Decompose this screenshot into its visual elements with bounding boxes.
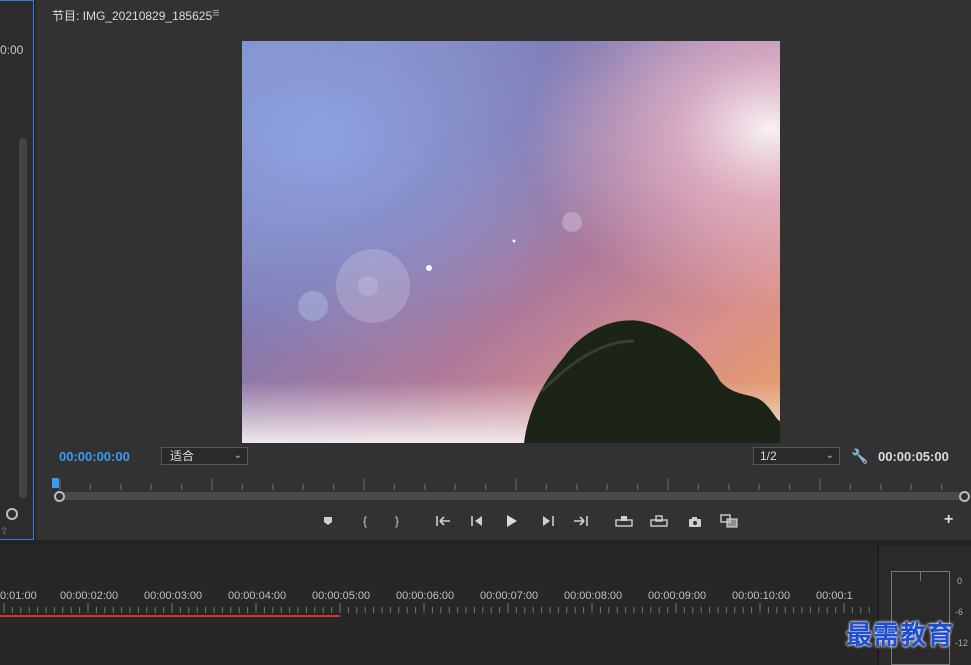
resolution-select-value: 1/2 xyxy=(760,449,777,463)
export-icon[interactable]: ⇪ xyxy=(0,526,8,537)
step-back-button[interactable] xyxy=(466,512,488,530)
wrench-icon[interactable]: 🔧 xyxy=(851,448,868,465)
go-to-in-button[interactable] xyxy=(432,512,454,530)
mark-out-icon: } xyxy=(394,514,399,528)
source-timecode: 0:00 xyxy=(0,43,24,57)
timeline-tick-label: 0:01:00 xyxy=(0,590,37,602)
play-button[interactable] xyxy=(501,512,523,530)
step-forward-icon xyxy=(543,516,554,526)
button-editor-add-button[interactable]: + xyxy=(944,511,953,529)
panel-menu-icon[interactable]: ≡ xyxy=(212,5,220,20)
lift-button[interactable] xyxy=(613,512,635,530)
source-zoom-handle[interactable] xyxy=(6,508,18,520)
timeline-tick-label: 00:00:02:00 xyxy=(60,590,119,602)
timeline-tick-label: 00:00:08:00 xyxy=(564,590,623,602)
playhead[interactable] xyxy=(52,478,59,488)
timeline-tick-label: 00:00:03:00 xyxy=(144,590,203,602)
app-root: 0:00 ⇪ 节目: IMG_20210829_185625 ≡ 00:00:0… xyxy=(0,0,971,665)
timeline-tick-label: 00:00:10:00 xyxy=(732,590,791,602)
timeline-tick-label: 00:00:1 xyxy=(816,590,853,602)
program-title[interactable]: 节目: IMG_20210829_185625 xyxy=(52,7,212,24)
extract-button[interactable] xyxy=(648,512,670,530)
resolution-select[interactable]: 1/2 ⌄ xyxy=(753,447,840,465)
chevron-down-icon: ⌄ xyxy=(825,450,834,461)
camera-icon xyxy=(689,516,701,527)
mark-in-icon: { xyxy=(362,514,367,528)
duration-timecode: 00:00:05:00 xyxy=(878,449,949,464)
timeline-tick-label: 00:00:04:00 xyxy=(228,590,287,602)
program-time-ruler[interactable] xyxy=(52,476,967,492)
source-panel[interactable] xyxy=(0,0,34,540)
meter-label-6: -6 xyxy=(955,607,964,617)
extract-icon xyxy=(650,515,668,527)
export-frame-button[interactable] xyxy=(684,512,706,530)
go-to-out-button[interactable] xyxy=(570,512,592,530)
timeline-tick-label: 00:00:07:00 xyxy=(480,590,539,602)
mark-in-button[interactable]: { xyxy=(354,512,376,530)
zoom-handle-left[interactable] xyxy=(54,491,65,502)
marker-icon xyxy=(324,517,332,525)
meter-label-0: 0 xyxy=(957,576,963,586)
chevron-down-icon: ⌄ xyxy=(233,450,242,461)
go-to-in-icon xyxy=(436,516,450,526)
current-timecode[interactable]: 00:00:00:00 xyxy=(59,449,130,464)
fit-select[interactable]: 适合 ⌄ xyxy=(161,447,248,465)
meter-label-12: -12 xyxy=(955,638,969,648)
mark-out-button[interactable]: } xyxy=(386,512,408,530)
watermark-logo: 最需教育 xyxy=(846,621,955,651)
work-area-bar[interactable] xyxy=(0,615,340,617)
step-forward-button[interactable] xyxy=(537,512,559,530)
source-scrollbar[interactable] xyxy=(19,138,27,498)
lift-icon xyxy=(615,516,633,527)
timeline-tick-label: 00:00:09:00 xyxy=(648,590,707,602)
compare-view-button[interactable] xyxy=(718,512,740,530)
sunset-sky-image xyxy=(242,41,780,443)
go-to-out-icon xyxy=(574,516,588,526)
step-back-icon xyxy=(471,516,482,526)
play-icon xyxy=(507,515,517,527)
timeline-tick-label: 00:00:06:00 xyxy=(396,590,455,602)
zoom-handle-right[interactable] xyxy=(959,491,970,502)
compare-icon xyxy=(720,514,738,528)
audio-meter-divider xyxy=(920,571,921,581)
add-marker-button[interactable] xyxy=(317,512,339,530)
zoom-scroll-bar[interactable] xyxy=(59,492,964,500)
fit-select-value: 适合 xyxy=(170,449,195,463)
video-frame xyxy=(242,41,780,443)
timeline-tick-label: 00:00:05:00 xyxy=(312,590,371,602)
